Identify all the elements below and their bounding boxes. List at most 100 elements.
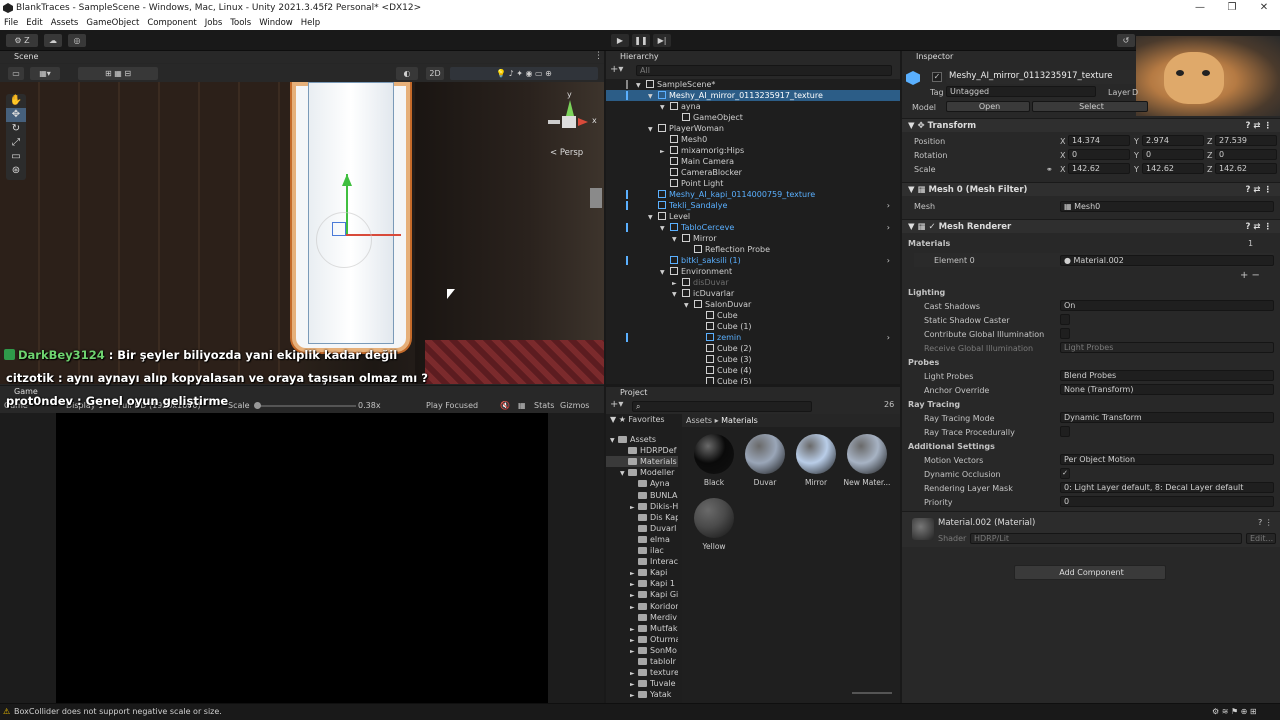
material-thumbnail[interactable] — [796, 434, 836, 474]
scale-y-field[interactable]: 142.62 — [1142, 163, 1204, 174]
material-thumbnail[interactable] — [745, 434, 785, 474]
material-thumbnail[interactable] — [847, 434, 887, 474]
hierarchy-search-input[interactable]: All — [636, 65, 892, 76]
menu-gameobject[interactable]: GameObject — [82, 16, 143, 30]
account-button[interactable]: ⚙ Z — [6, 34, 38, 47]
material-thumbnail[interactable] — [694, 498, 734, 538]
status-message[interactable]: BoxCollider does not support negative sc… — [14, 707, 222, 716]
hierarchy-item[interactable]: ► disDuvar — [606, 277, 900, 288]
project-folder-item[interactable]: Dis Kap — [606, 512, 678, 523]
z-axis-label[interactable]: Z — [1207, 137, 1212, 146]
active-checkbox[interactable]: ✓ — [932, 72, 942, 82]
draw-mode-icon[interactable]: ▭ — [8, 67, 24, 80]
project-folder-item[interactable]: Duvarl — [606, 523, 678, 534]
rotation-y-field[interactable]: 0 — [1142, 149, 1204, 160]
play-focused-dropdown[interactable]: Play Focused — [426, 398, 478, 413]
menu-help[interactable]: Help — [297, 16, 324, 30]
component-menu-icon[interactable]: ? ⇄ ⋮ — [1246, 183, 1272, 197]
rotation-x-field[interactable]: 0 — [1068, 149, 1130, 160]
project-folder-item[interactable]: Materials — [606, 456, 678, 468]
project-folder-item[interactable]: ► Yatak — [606, 689, 678, 700]
material-thumbnail[interactable] — [694, 434, 734, 474]
scale-x-field[interactable]: 142.62 — [1068, 163, 1130, 174]
menu-tools[interactable]: Tools — [226, 16, 255, 30]
lighting-foldout[interactable]: Lighting — [908, 288, 945, 297]
rt-mode-dropdown[interactable]: Dynamic Transform — [1060, 412, 1274, 423]
material-menu-icon[interactable]: ? ⋮ — [1258, 518, 1273, 527]
close-button[interactable]: ✕ — [1248, 0, 1280, 16]
z-axis-label[interactable]: Z — [1207, 151, 1212, 160]
gizmos-button[interactable]: Gizmos — [560, 398, 589, 413]
hierarchy-item[interactable]: Cube — [606, 310, 900, 321]
move-gizmo-y-arrow-icon[interactable] — [342, 174, 352, 186]
menu-assets[interactable]: Assets — [47, 16, 83, 30]
hierarchy-tab[interactable]: Hierarchy — [606, 51, 900, 63]
project-folder-item[interactable]: ► Tuvale — [606, 678, 678, 689]
hierarchy-item[interactable]: ▼ SalonDuvar — [606, 299, 900, 310]
hierarchy-item[interactable]: Reflection Probe — [606, 244, 900, 255]
transform-tool-icon[interactable]: ⊛ — [6, 164, 26, 178]
history-icon[interactable]: ↺ — [1117, 34, 1135, 47]
breadcrumb-materials[interactable]: Materials — [721, 416, 758, 425]
scale-z-field[interactable]: 142.62 — [1215, 163, 1277, 174]
mesh-field[interactable]: ▦ Mesh0 — [1060, 201, 1274, 212]
project-folder-item[interactable]: ► Koridor — [606, 601, 678, 612]
project-folder-item[interactable]: ► Kapi Gi — [606, 589, 678, 600]
rect-tool-icon[interactable]: ▭ — [6, 150, 26, 164]
view-2d-button[interactable]: 2D — [426, 67, 444, 80]
position-z-field[interactable]: 27.539 — [1215, 135, 1277, 146]
favorites-item[interactable]: ▼ ★ Favorites — [610, 414, 665, 425]
hierarchy-item[interactable]: Cube (2) — [606, 343, 900, 354]
shading-icon[interactable]: ◐ — [396, 67, 418, 80]
hierarchy-item[interactable]: Point Light — [606, 178, 900, 189]
link-scale-icon[interactable]: ⚭ — [1046, 165, 1053, 174]
project-folder-item[interactable]: ilac — [606, 545, 678, 556]
audio-icon[interactable]: 🔇 — [500, 398, 510, 413]
additional-settings-foldout[interactable]: Additional Settings — [908, 442, 995, 451]
light-probes-dropdown[interactable]: Blend Probes — [1060, 370, 1274, 381]
orientation-gizmo[interactable]: y x — [548, 90, 598, 146]
persp-label[interactable]: < Persp — [550, 148, 583, 158]
hierarchy-item[interactable]: ▼ Level — [606, 211, 900, 222]
hierarchy-item[interactable]: Cube (3) — [606, 354, 900, 365]
scene-tab[interactable]: Scene — [0, 51, 604, 63]
project-search-input[interactable]: ⌕ — [632, 401, 812, 412]
chevron-right-icon[interactable]: › — [887, 222, 890, 233]
stats-button[interactable]: Stats — [534, 398, 554, 413]
select-button[interactable]: Select — [1032, 101, 1148, 112]
object-name-field[interactable]: Meshy_AI_mirror_0113235917_texture — [946, 70, 1136, 84]
game-view[interactable] — [0, 413, 604, 703]
open-button[interactable]: Open — [946, 101, 1030, 112]
scale-tool-icon[interactable]: ⤢ — [6, 136, 26, 150]
contribute-gi-checkbox[interactable] — [1060, 328, 1070, 339]
dynamic-occlusion-checkbox[interactable]: ✓ — [1060, 468, 1070, 479]
scene-viewport[interactable]: ✋ ✥ ↻ ⤢ ▭ ⊛ y x < Persp — [0, 82, 604, 384]
hierarchy-item[interactable]: ▼ Mirror — [606, 233, 900, 244]
project-folder-item[interactable]: ► Kapi — [606, 567, 678, 578]
project-folder-item[interactable]: ► SonMo — [606, 645, 678, 656]
anchor-override-field[interactable]: None (Transform) — [1060, 384, 1274, 395]
project-folder-item[interactable]: ▼ Modeller — [606, 467, 678, 478]
rt-proc-checkbox[interactable] — [1060, 426, 1070, 437]
project-folder-item[interactable]: Ayna — [606, 478, 678, 489]
mesh-renderer-header[interactable]: ▼ ▦ ✓ Mesh Renderer? ⇄ ⋮ — [902, 219, 1280, 233]
scale-slider-handle[interactable] — [254, 402, 261, 409]
project-tab[interactable]: Project — [606, 387, 900, 399]
cast-shadows-dropdown[interactable]: On — [1060, 300, 1274, 311]
project-folder-item[interactable]: ► Oturma — [606, 634, 678, 645]
y-axis-label[interactable]: Y — [1134, 165, 1139, 174]
chevron-right-icon[interactable]: › — [887, 255, 890, 266]
project-folder-item[interactable]: Merdiv — [606, 612, 678, 623]
probes-foldout[interactable]: Probes — [908, 358, 939, 367]
grid-icon[interactable]: ▦▾ — [30, 67, 60, 80]
maximize-button[interactable]: ❐ — [1216, 0, 1248, 16]
pause-button[interactable]: ❚❚ — [632, 34, 650, 47]
menu-file[interactable]: File — [0, 16, 22, 30]
ray-tracing-foldout[interactable]: Ray Tracing — [908, 400, 960, 409]
scene-menu-icon[interactable]: ⋮ — [594, 51, 603, 61]
hierarchy-item[interactable]: ▼ Environment — [606, 266, 900, 277]
y-axis-label[interactable]: Y — [1134, 137, 1139, 146]
x-axis-label[interactable]: X — [1060, 165, 1065, 174]
play-button[interactable]: ▶ — [611, 34, 629, 47]
hierarchy-item[interactable]: Cube (1) — [606, 321, 900, 332]
